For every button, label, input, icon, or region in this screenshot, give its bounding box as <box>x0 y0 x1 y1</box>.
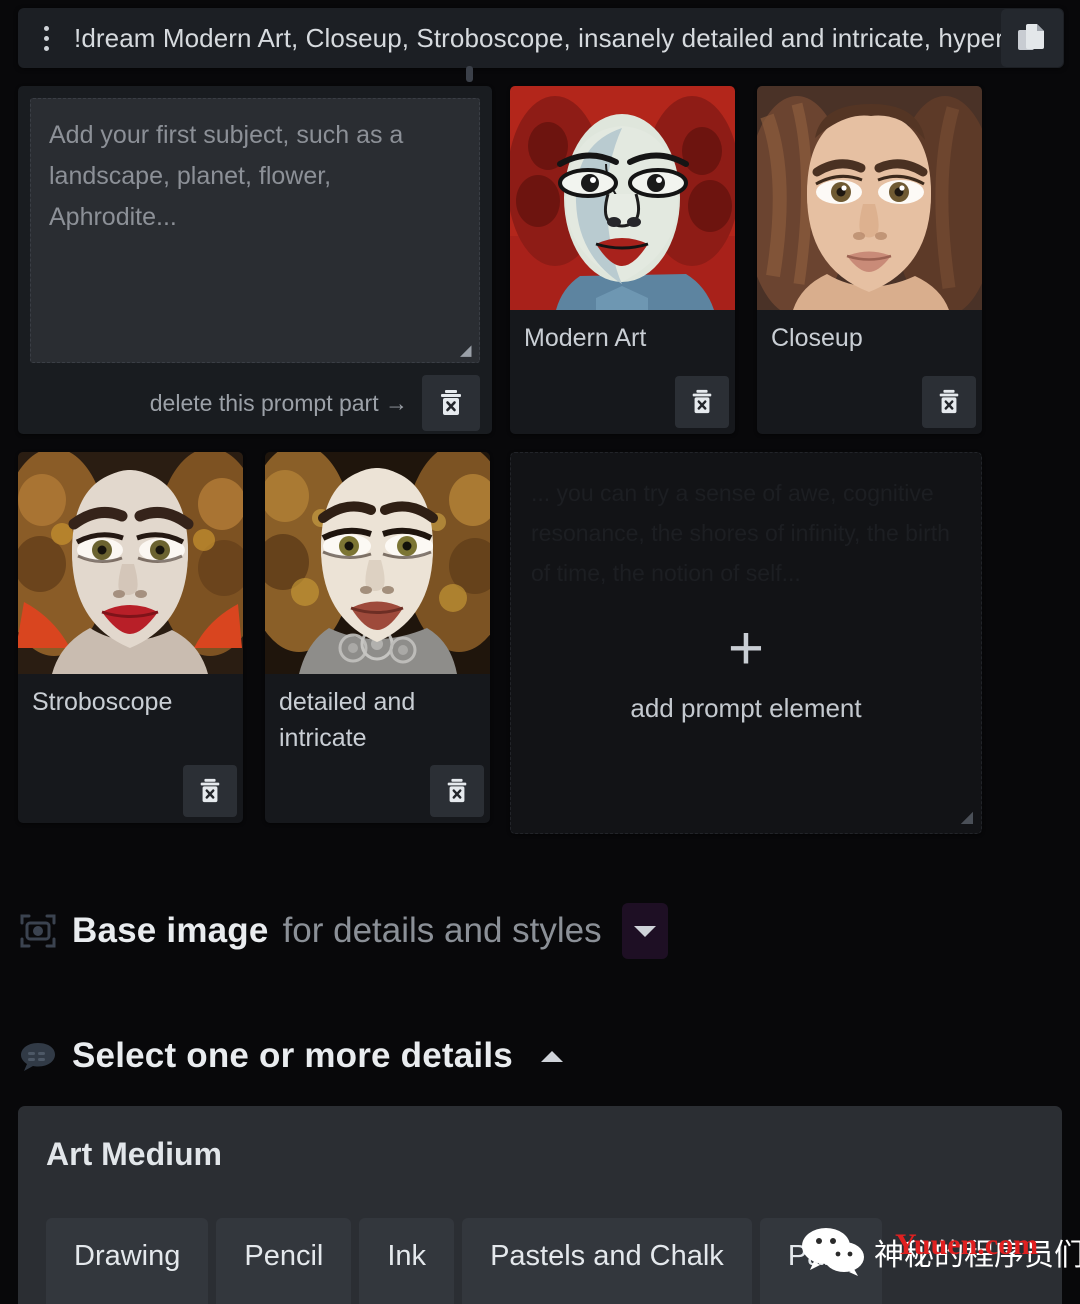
trash-icon <box>689 388 715 416</box>
add-prompt-element-card[interactable]: ... you can try a sense of awe, cognitiv… <box>510 452 982 834</box>
card-body: Modern Art <box>510 310 735 434</box>
prompt-part-card[interactable]: Modern Art <box>510 86 735 434</box>
camera-focus-icon <box>18 911 58 951</box>
art-medium-chip-list: Drawing Pencil Ink Pastels and Chalk Pai… <box>46 1218 890 1304</box>
modern-art-portrait-thumbnail <box>510 86 735 310</box>
prompt-part-card[interactable]: Closeup <box>757 86 982 434</box>
prompt-part-title: Stroboscope <box>32 688 173 716</box>
card-body: Stroboscope <box>18 674 243 823</box>
app-root: !dream Modern Art, Closeup, Stroboscope,… <box>0 0 1080 1304</box>
prompt-part-card[interactable]: detailed and intricate <box>265 452 490 823</box>
details-panel: Art Medium Drawing Pencil Ink Pastels an… <box>18 1106 1062 1304</box>
plus-icon: + <box>727 614 765 683</box>
delete-prompt-part-button[interactable] <box>430 765 484 817</box>
card-body: detailed and intricate <box>265 674 490 823</box>
details-panel-title: Art Medium <box>46 1136 222 1172</box>
delete-prompt-part-button[interactable] <box>922 376 976 428</box>
prompt-part-input-card: Add your first subject, such as a landsc… <box>18 86 492 434</box>
delete-prompt-part-label: delete this prompt part → <box>149 389 408 416</box>
resize-handle-icon[interactable]: ◢ <box>961 807 973 827</box>
art-medium-chip-pastels[interactable]: Pastels and Chalk <box>462 1218 752 1304</box>
copy-button[interactable] <box>1001 9 1063 67</box>
art-medium-chip-ink[interactable]: Ink <box>359 1218 455 1304</box>
prompt-part-title: Closeup <box>771 324 863 352</box>
prompt-part-title: Modern Art <box>524 324 647 352</box>
delete-prompt-part-button[interactable] <box>183 765 237 817</box>
trash-icon <box>936 388 962 416</box>
trash-icon <box>197 777 223 805</box>
subject-textarea[interactable]: Add your first subject, such as a landsc… <box>30 98 480 363</box>
chevron-up-icon[interactable] <box>540 1050 563 1062</box>
closeup-portrait-thumbnail <box>757 86 982 310</box>
art-medium-chip-paint[interactable]: Paint <box>759 1218 882 1304</box>
kebab-menu-icon[interactable] <box>18 8 74 68</box>
prompt-part-card[interactable]: Stroboscope <box>18 452 243 823</box>
select-details-title: Select one or more details <box>72 1036 513 1075</box>
trash-icon <box>444 777 470 805</box>
art-medium-chip-drawing[interactable]: Drawing <box>46 1218 209 1304</box>
section-select-details[interactable]: Select one or more details <box>18 1036 563 1076</box>
stroboscope-portrait-thumbnail <box>18 452 243 674</box>
add-prompt-element-label: add prompt element <box>630 693 862 723</box>
card-body: Closeup <box>757 310 982 434</box>
delete-prompt-part-button[interactable] <box>422 375 480 431</box>
prompt-text: !dream Modern Art, Closeup, Stroboscope,… <box>74 22 1001 53</box>
speech-bubble-icon <box>18 1036 58 1076</box>
base-image-title: Base image <box>72 911 269 950</box>
copy-icon <box>1017 22 1047 54</box>
base-image-toggle[interactable] <box>621 903 668 959</box>
section-base-image[interactable]: Base image for details and styles <box>18 903 668 959</box>
prompt-toolbar: !dream Modern Art, Closeup, Stroboscope,… <box>18 8 1064 68</box>
chevron-down-icon <box>633 925 656 937</box>
add-card-hint-text: ... you can try a sense of awe, cognitiv… <box>531 480 950 586</box>
art-medium-chip-pencil[interactable]: Pencil <box>216 1218 352 1304</box>
prompt-part-title: detailed and intricate <box>279 688 416 752</box>
trash-icon <box>437 388 465 418</box>
subject-placeholder: Add your first subject, such as a landsc… <box>49 121 404 231</box>
prompt-part-input-footer: delete this prompt part → <box>30 375 480 431</box>
base-image-subtitle: for details and styles <box>282 911 602 950</box>
detailed-portrait-thumbnail <box>265 452 490 674</box>
resize-handle-icon[interactable]: ◢ <box>460 343 474 358</box>
scroll-indicator[interactable] <box>466 66 473 82</box>
delete-prompt-part-button[interactable] <box>675 376 729 428</box>
